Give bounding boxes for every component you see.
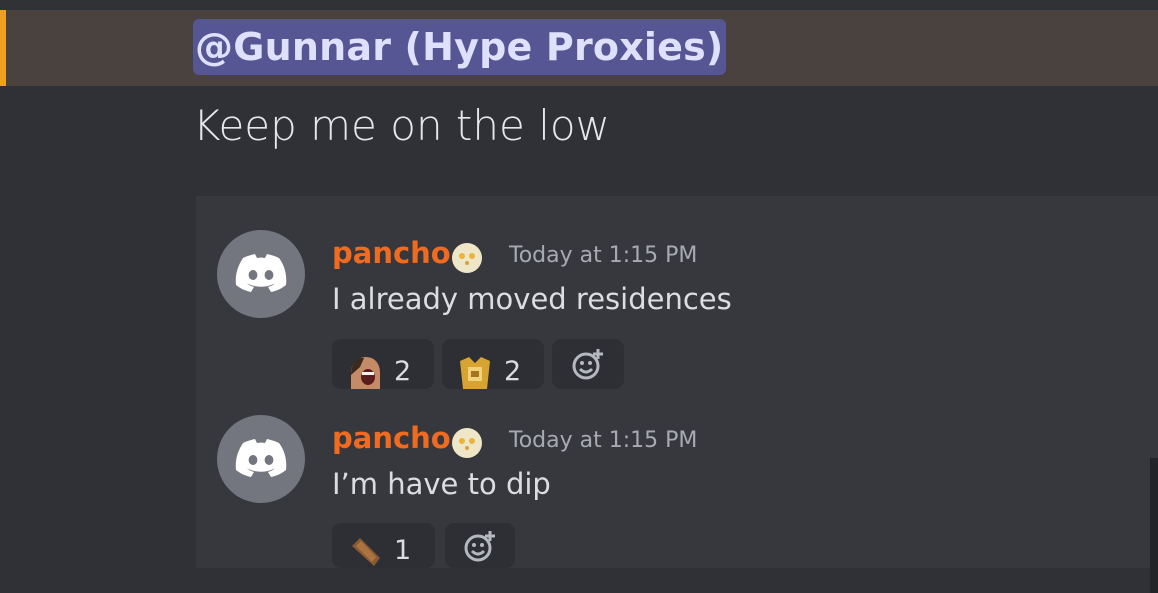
discord-logo-icon — [235, 254, 287, 292]
message-text: Keep me on the low — [193, 101, 610, 150]
user-mention[interactable]: @Gunnar (Hype Proxies) — [193, 19, 726, 75]
username[interactable]: pancho — [332, 236, 451, 270]
reaction-count: 2 — [504, 356, 522, 387]
add-reaction-button[interactable] — [445, 523, 515, 568]
reaction-coffin[interactable]: 1 — [332, 523, 435, 568]
reaction-laughing[interactable]: 2 — [332, 339, 434, 389]
avatar[interactable] — [217, 415, 305, 503]
role-badge-icon — [452, 243, 482, 273]
add-reaction-icon — [464, 530, 495, 561]
username[interactable]: pancho — [332, 421, 451, 455]
mention-accent-bar — [0, 10, 6, 86]
golden-statue-emoji-icon — [456, 353, 494, 389]
reaction-count: 2 — [394, 356, 412, 387]
add-reaction-button[interactable] — [552, 339, 624, 389]
message-text: I’m have to dip — [332, 467, 551, 501]
role-badge-icon — [452, 428, 482, 458]
top-divider — [0, 0, 1158, 10]
timestamp: Today at 1:15 PM — [509, 428, 698, 453]
discord-logo-icon — [235, 439, 287, 477]
message-group: pancho Today at 1:15 PM I already moved … — [196, 196, 1158, 568]
reaction-count: 1 — [394, 535, 412, 566]
laughing-face-emoji-icon — [346, 353, 384, 389]
coffin-emoji-icon — [346, 532, 384, 568]
message-text: I already moved residences — [332, 282, 732, 316]
add-reaction-icon — [572, 349, 603, 380]
avatar[interactable] — [217, 230, 305, 318]
reaction-statue[interactable]: 2 — [442, 339, 544, 389]
timestamp: Today at 1:15 PM — [509, 243, 698, 268]
scrollbar-track[interactable] — [1150, 458, 1158, 593]
chat-view: @Gunnar (Hype Proxies) Keep me on the lo… — [0, 0, 1158, 593]
